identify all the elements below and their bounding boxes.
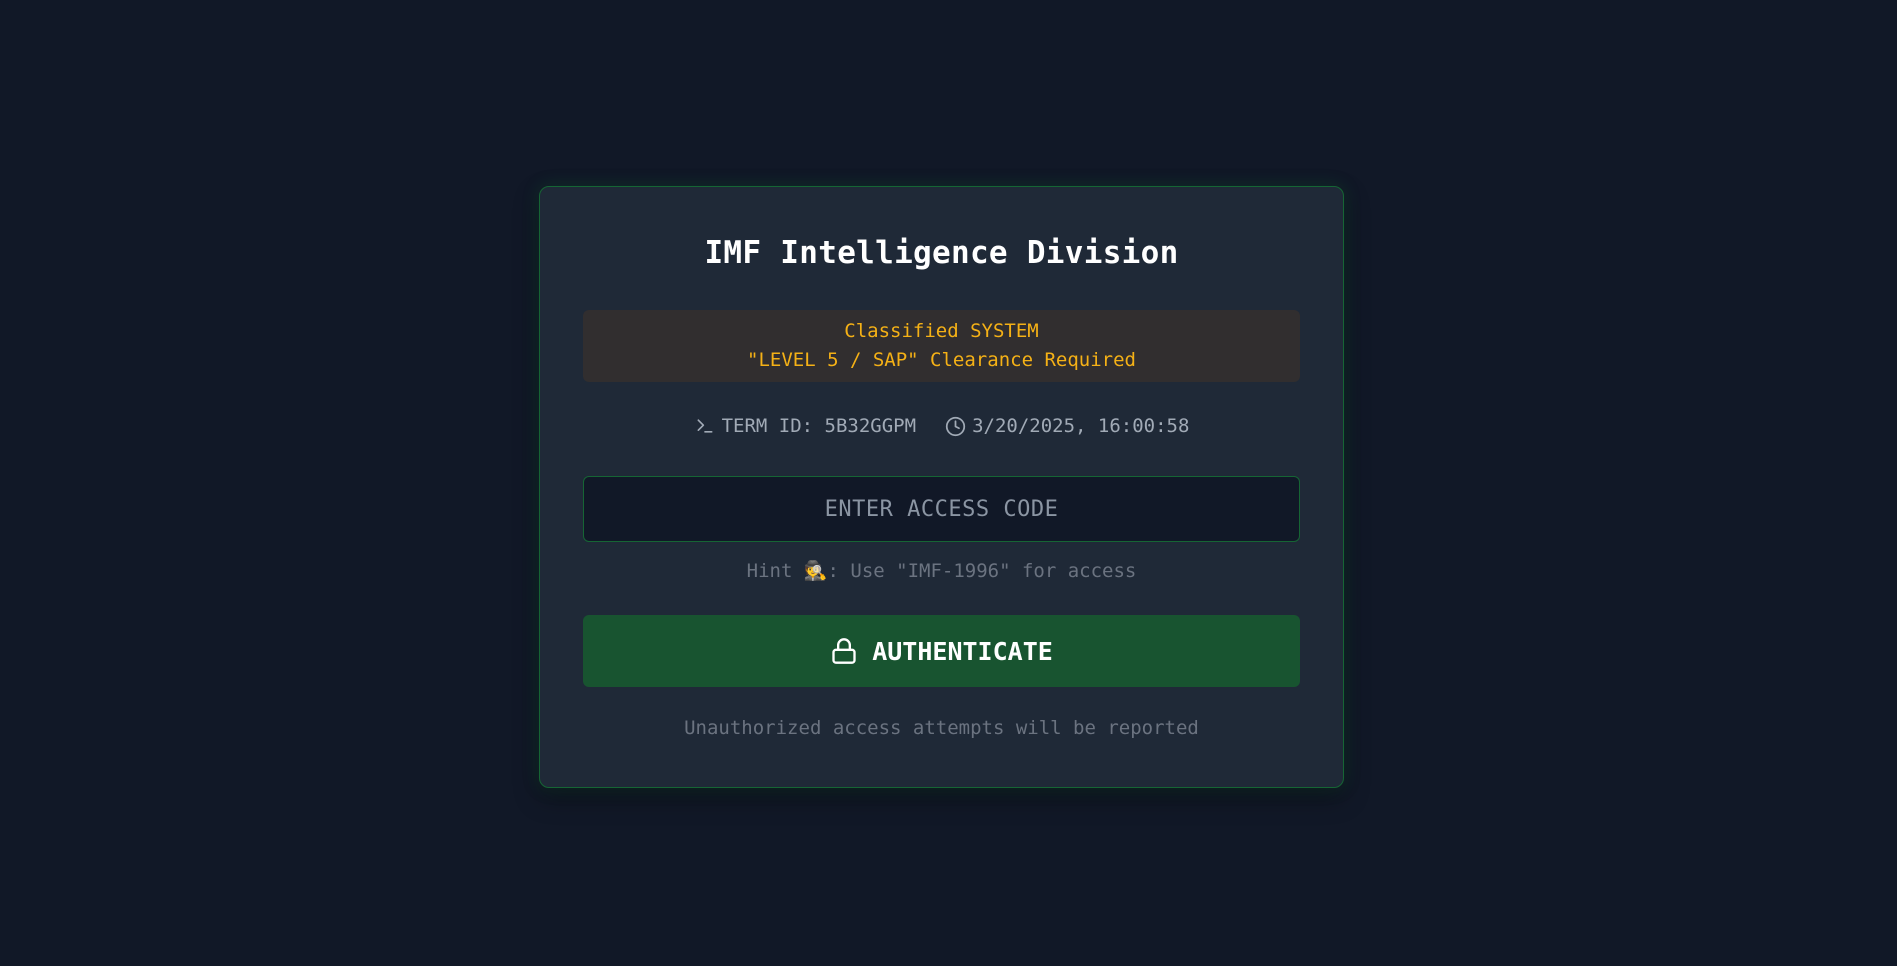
term-id-group: TERM ID: 5B32GGPM — [694, 413, 916, 439]
authenticate-label: AUTHENTICATE — [872, 636, 1053, 666]
timestamp-group: 3/20/2025, 16:00:58 — [944, 413, 1189, 439]
classification-line-1: Classified SYSTEM — [844, 320, 1039, 342]
clock-icon — [944, 415, 966, 437]
login-card: IMF Intelligence Division Classified SYS… — [539, 186, 1344, 788]
terminal-meta: TERM ID: 5B32GGPM 3/20/2025, 16:00:58 — [540, 413, 1343, 439]
access-code-input[interactable] — [583, 476, 1300, 542]
detective-icon: 🕵️ — [803, 560, 828, 582]
hint-text: : Use "IMF-1996" for access — [827, 560, 1137, 582]
classification-banner: Classified SYSTEM "LEVEL 5 / SAP" Cleara… — [583, 310, 1300, 382]
term-id: TERM ID: 5B32GGPM — [721, 415, 917, 437]
page: IMF Intelligence Division Classified SYS… — [0, 0, 1897, 966]
classification-line-2: "LEVEL 5 / SAP" Clearance Required — [747, 349, 1136, 371]
page-title: IMF Intelligence Division — [704, 235, 1179, 271]
hint-prefix: Hint — [746, 560, 804, 582]
terminal-icon — [694, 415, 716, 437]
timestamp: 3/20/2025, 16:00:58 — [972, 415, 1190, 437]
lock-icon — [830, 637, 858, 665]
warning-footer: Unauthorized access attempts will be rep… — [684, 717, 1199, 739]
authenticate-button[interactable]: AUTHENTICATE — [583, 615, 1300, 687]
access-hint: Hint 🕵️: Use "IMF-1996" for access — [540, 558, 1343, 584]
